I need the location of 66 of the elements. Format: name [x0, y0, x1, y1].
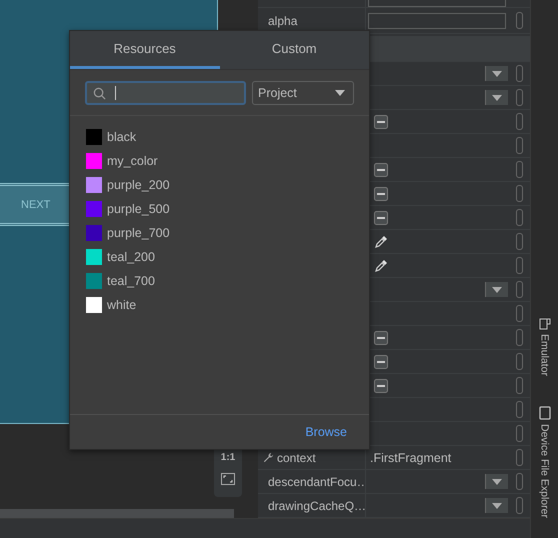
- dropdown-button[interactable]: [485, 498, 508, 513]
- attribute-label: context: [277, 450, 316, 464]
- device-icon: [538, 318, 550, 330]
- color-resource-item[interactable]: purple_700: [70, 221, 369, 245]
- attribute-label: drawingCacheQ…: [267, 498, 365, 512]
- resource-picker-button[interactable]: [516, 449, 522, 466]
- resource-picker-button[interactable]: [516, 65, 522, 82]
- resource-picker-button[interactable]: [516, 209, 522, 226]
- resource-picker-button[interactable]: [516, 377, 522, 394]
- color-resource-item[interactable]: purple_200: [70, 173, 369, 197]
- caret-icon: [492, 502, 502, 508]
- attribute-label: descendantFocu…: [267, 474, 365, 488]
- fit-screen-icon[interactable]: [221, 473, 235, 485]
- search-field[interactable]: [85, 81, 246, 105]
- attribute-label: alpha: [267, 14, 298, 28]
- caret-icon: [492, 286, 502, 292]
- scrollbar[interactable]: [0, 509, 234, 518]
- minus-icon[interactable]: [374, 162, 388, 176]
- wrench-icon: [263, 452, 274, 463]
- minus-icon[interactable]: [374, 354, 388, 368]
- tool-window-tab[interactable]: Device File Explorer: [538, 406, 550, 518]
- caret-icon: [492, 478, 502, 484]
- minus-icon[interactable]: [374, 330, 388, 344]
- scope-dropdown[interactable]: Project: [252, 81, 354, 105]
- color-resource-item[interactable]: white: [70, 293, 369, 317]
- tab[interactable]: Resources: [70, 31, 220, 69]
- caret-icon: [492, 70, 502, 76]
- resource-picker-button[interactable]: [516, 329, 522, 346]
- minus-icon[interactable]: [374, 378, 388, 392]
- resource-picker-button[interactable]: [516, 113, 522, 130]
- resource-picker-button[interactable]: [516, 305, 522, 322]
- color-resource-item[interactable]: teal_700: [70, 269, 369, 293]
- dropdown-button[interactable]: [485, 282, 508, 297]
- minus-icon[interactable]: [374, 114, 388, 128]
- resource-picker-button[interactable]: [516, 281, 522, 298]
- actual-size-button[interactable]: 1:1: [220, 452, 236, 463]
- attribute-value: .FirstFragment: [370, 450, 452, 464]
- minus-icon[interactable]: [374, 186, 388, 200]
- search-icon: [93, 86, 106, 100]
- phone-icon: [538, 406, 550, 420]
- color-resource-item[interactable]: purple_500: [70, 197, 369, 221]
- tab[interactable]: Custom: [220, 31, 369, 69]
- caret-icon: [492, 94, 502, 100]
- tool-window-tab[interactable]: Emulator: [538, 318, 550, 376]
- color-resource-item[interactable]: black: [70, 125, 369, 149]
- attribute-field[interactable]: [368, 13, 506, 29]
- color-resource-item[interactable]: teal_200: [70, 245, 369, 269]
- resource-picker-button[interactable]: [516, 161, 522, 178]
- resource-picker-button[interactable]: [516, 497, 522, 514]
- resource-picker-button[interactable]: [516, 473, 522, 490]
- resource-picker-button[interactable]: [516, 257, 522, 274]
- resource-picker-button[interactable]: [516, 425, 522, 442]
- resource-picker-button[interactable]: [516, 353, 522, 370]
- resource-picker-button[interactable]: [516, 401, 522, 418]
- browse-link[interactable]: Browse: [305, 425, 347, 439]
- caret-icon: [335, 90, 345, 96]
- resource-picker-button[interactable]: [516, 89, 522, 106]
- dropdown-button[interactable]: [485, 90, 508, 105]
- resource-picker-button[interactable]: [516, 137, 522, 154]
- color-resource-item[interactable]: my_color: [70, 149, 369, 173]
- dropdown-button[interactable]: [485, 474, 508, 489]
- resource-picker-button[interactable]: [516, 185, 522, 202]
- resource-picker-button[interactable]: [516, 233, 522, 250]
- minus-icon[interactable]: [374, 210, 388, 224]
- resource-picker-button[interactable]: [516, 12, 522, 29]
- dropdown-button[interactable]: [485, 66, 508, 81]
